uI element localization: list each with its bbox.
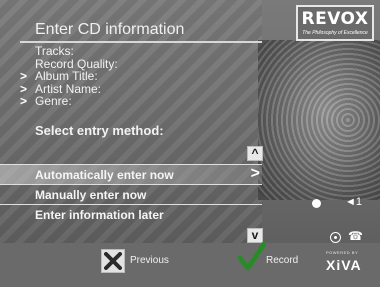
field-tracks: Tracks:	[20, 45, 118, 58]
playback-status: ◄1	[305, 196, 372, 212]
option-enter-later[interactable]: Enter information later	[0, 205, 262, 224]
microphone-image	[258, 40, 380, 200]
record-dot-icon	[312, 199, 321, 208]
revox-tagline: The Philosophy of Excellence	[302, 30, 368, 36]
phone-icon: ☎	[348, 229, 363, 243]
option-label: Automatically enter now	[35, 168, 174, 182]
record-label[interactable]: Record	[266, 255, 298, 266]
chevron-down-icon: v	[251, 228, 259, 242]
chevron-right-icon: >	[250, 165, 260, 182]
option-label: Enter information later	[35, 208, 164, 222]
chevron-up-icon: ^	[251, 146, 259, 160]
powered-by-label: POWERED BY	[326, 250, 359, 255]
scroll-up-button[interactable]: ^	[247, 146, 263, 161]
chevron-right-icon: >	[20, 94, 28, 108]
option-manually-enter[interactable]: Manually enter now	[0, 185, 262, 204]
page-title: Enter CD information	[35, 21, 185, 38]
previous-label[interactable]: Previous	[130, 255, 169, 266]
revox-logo-text: REVOX	[301, 9, 369, 29]
previous-button[interactable]	[101, 249, 125, 273]
x-icon	[104, 252, 122, 270]
checkmark-icon	[237, 241, 267, 271]
option-label: Manually enter now	[35, 188, 147, 202]
field-label: Tracks:	[35, 44, 74, 58]
field-label: Genre:	[35, 94, 72, 108]
chevron-right-icon: >	[20, 69, 28, 83]
title-underline	[20, 41, 262, 43]
option-automatically-enter[interactable]: Automatically enter now >	[0, 165, 262, 184]
field-genre[interactable]: > Genre:	[20, 95, 118, 108]
cd-fields: Tracks: Record Quality: > Album Title: >…	[20, 45, 118, 108]
scroll-down-button[interactable]: v	[247, 228, 263, 243]
revox-logo: REVOX The Philosophy of Excellence	[296, 5, 374, 41]
cd-info-screen: Enter CD information REVOX The Philosoph…	[0, 0, 380, 287]
field-label: Album Title:	[35, 69, 98, 83]
record-button[interactable]	[237, 241, 267, 277]
speaker-icon: ◄1	[345, 196, 363, 208]
xiva-logo: XiVA	[326, 257, 362, 273]
select-entry-label: Select entry method:	[35, 123, 164, 138]
field-album-title[interactable]: > Album Title:	[20, 70, 118, 83]
disc-icon	[330, 232, 341, 243]
footer-bar	[0, 243, 380, 287]
